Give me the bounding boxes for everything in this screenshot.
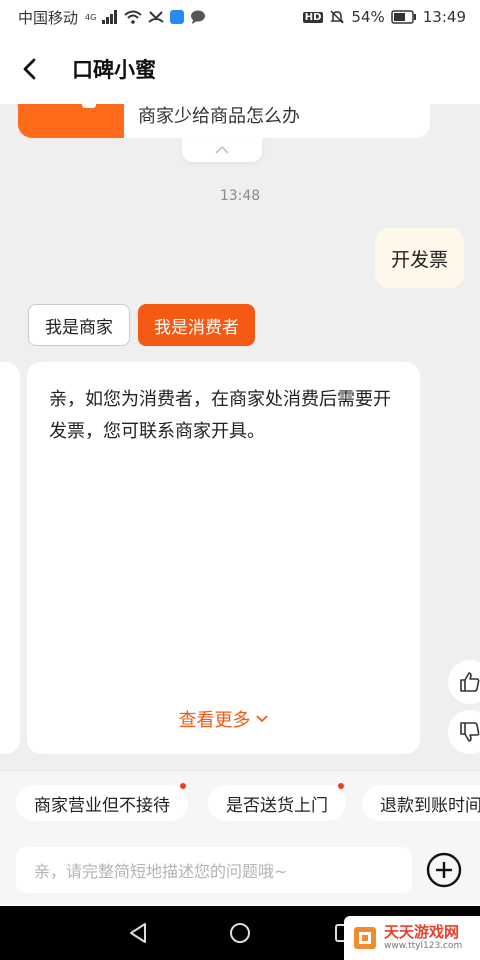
chevron-up-icon	[215, 145, 229, 154]
quick-reply-chip[interactable]: 商家营业但不接待	[16, 783, 188, 821]
message-input[interactable]: 亲，请完整简短地描述您的问题哦~	[16, 847, 412, 893]
mascot-avatar	[18, 104, 124, 138]
add-button[interactable]	[426, 852, 462, 888]
plus-circle-icon	[426, 852, 462, 888]
quick-reply-label: 是否送货上门	[226, 795, 328, 816]
previous-question-text: 商家少给商品怎么办	[138, 106, 300, 127]
user-message-text: 开发票	[390, 248, 448, 271]
nav-home-icon[interactable]	[228, 921, 252, 945]
user-message-bubble: 开发票	[374, 228, 464, 288]
battery-percent: 54%	[351, 8, 385, 26]
thumbs-down-icon	[460, 722, 480, 742]
watermark-url: www.ttyl123.com	[384, 941, 463, 951]
collapse-button[interactable]	[182, 138, 262, 162]
hd-icon: HD	[302, 11, 324, 23]
status-bar: 中国移动 4G HD 54% 13:49	[0, 0, 480, 34]
answer-text: 亲，如您为消费者，在商家处消费后需要开发票，您可联系商家开具。	[49, 389, 391, 442]
back-button[interactable]	[0, 34, 60, 104]
app-notification-icon	[170, 10, 185, 24]
role-selector: 我是商家 我是消费者	[28, 304, 255, 346]
quick-reply-chip[interactable]: 是否送货上门	[208, 783, 346, 821]
watermark-logo-icon	[354, 927, 376, 949]
page-title: 口碑小蜜	[72, 58, 156, 82]
missed-call-icon	[148, 10, 164, 24]
merchant-role-button[interactable]: 我是商家	[28, 304, 130, 346]
message-icon	[190, 10, 206, 24]
thumbs-up-icon	[460, 672, 480, 692]
carrier-label: 中国移动	[18, 8, 79, 27]
chat-area[interactable]: 商家少给商品怎么办 13:48 开发票 我是商家 我是消费者 亲，如您为消费者，…	[0, 104, 480, 770]
new-dot-badge	[338, 783, 344, 789]
nav-back-icon[interactable]	[126, 921, 150, 945]
view-more-link[interactable]: 查看更多	[27, 706, 420, 732]
thumbs-down-button[interactable]	[448, 710, 480, 754]
previous-card-edge[interactable]	[0, 362, 20, 754]
chevron-left-icon	[23, 58, 36, 80]
consumer-role-button[interactable]: 我是消费者	[138, 304, 255, 346]
previous-answer-card[interactable]: 商家少给商品怎么办	[18, 104, 430, 138]
quick-reply-bar: 商家营业但不接待 是否送货上门 退款到账时间	[0, 770, 480, 834]
input-bar: 亲，请完整简短地描述您的问题哦~	[0, 834, 480, 906]
chat-header: 口碑小蜜	[0, 34, 480, 104]
answer-card: 亲，如您为消费者，在商家处消费后需要开发票，您可联系商家开具。 查看更多	[27, 362, 420, 754]
quick-reply-label: 退款到账时间	[380, 795, 480, 816]
message-timestamp: 13:48	[219, 188, 261, 204]
view-more-label: 查看更多	[178, 710, 251, 731]
clock: 13:49	[422, 8, 466, 26]
new-dot-badge	[180, 783, 186, 789]
battery-icon	[391, 10, 417, 24]
thumbs-up-button[interactable]	[448, 660, 480, 704]
quick-reply-label: 商家营业但不接待	[34, 795, 170, 816]
chevron-down-icon	[255, 715, 268, 723]
mute-icon	[329, 9, 345, 25]
network-type-label: 4G	[85, 12, 97, 22]
watermark: 天天游戏网 www.ttyl123.com	[344, 916, 480, 960]
quick-reply-chip[interactable]: 退款到账时间	[362, 785, 480, 821]
watermark-name: 天天游戏网	[384, 923, 460, 941]
input-placeholder: 亲，请完整简短地描述您的问题哦~	[34, 862, 288, 881]
wifi-icon	[124, 10, 142, 24]
signal-icon	[102, 10, 118, 24]
